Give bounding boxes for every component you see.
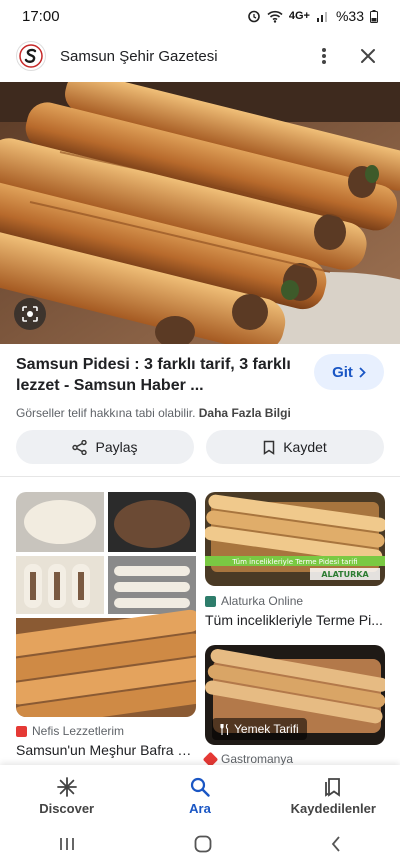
- related-title-2[interactable]: Tüm incelikleriyle Terme Pi...: [205, 612, 385, 628]
- network-type: 4G+: [288, 10, 310, 22]
- discover-icon: [56, 776, 77, 797]
- save-button[interactable]: Kaydet: [206, 430, 384, 464]
- visit-button[interactable]: Git: [314, 354, 384, 390]
- site-name[interactable]: Samsun Şehir Gazetesi: [60, 48, 296, 65]
- related-image-1[interactable]: [16, 492, 196, 717]
- alarm-icon: [248, 10, 260, 23]
- related-source-2[interactable]: Alaturka Online: [205, 594, 303, 608]
- lens-icon: [22, 306, 38, 322]
- related-source-2-name: Alaturka Online: [221, 594, 304, 608]
- share-icon: [72, 439, 88, 455]
- hero-image[interactable]: [0, 82, 400, 344]
- related-image-2[interactable]: Tüm incelikleriyle Terme Pidesi tarifi A…: [205, 492, 385, 586]
- close-icon: [361, 49, 375, 63]
- copyright-notice: Görseller telif hakkına tabi olabilir. D…: [16, 406, 384, 420]
- more-options-button[interactable]: [308, 40, 340, 72]
- battery-icon: [370, 9, 378, 23]
- recent-apps-icon: [60, 838, 75, 850]
- related-source-1-name: Nefis Lezzetlerim: [32, 724, 125, 738]
- signal-icon: [316, 12, 327, 22]
- site-logo: [16, 41, 46, 71]
- copyright-text: Görseller telif hakkına tabi olabilir.: [16, 406, 196, 420]
- share-label: Paylaş: [95, 439, 138, 455]
- visit-label: Git: [332, 363, 353, 381]
- related-2-caption: Tüm incelikleriyle Terme Pidesi tarifi: [231, 558, 357, 566]
- bookmark-icon: [263, 440, 275, 455]
- nav-discover-label: Discover: [39, 800, 95, 816]
- related-2-watermark: ALATURKA: [321, 570, 369, 579]
- more-info-link[interactable]: Daha Fazla Bilgi: [199, 406, 291, 420]
- save-label: Kaydet: [283, 439, 327, 455]
- recipe-tag: Yemek Tarifi: [212, 718, 307, 740]
- status-time: 17:00: [22, 7, 60, 25]
- related-source-3-name: Gastromanya: [221, 752, 294, 766]
- result-title[interactable]: Samsun Pidesi : 3 farklı tarif, 3 farklı…: [16, 354, 301, 396]
- system-nav-bar: [0, 827, 400, 866]
- nav-search[interactable]: Ara: [145, 777, 255, 816]
- bottom-nav: Discover Ara Kaydedilenler: [0, 765, 400, 827]
- nav-saved-label: Kaydedilenler: [290, 800, 376, 816]
- wifi-icon: [267, 10, 283, 23]
- alaturka-logo-icon: [205, 595, 216, 607]
- share-button[interactable]: Paylaş: [16, 430, 194, 464]
- battery-level: %33: [335, 8, 364, 24]
- home-icon: [194, 835, 212, 853]
- source-header: Samsun Şehir Gazetesi: [0, 36, 400, 76]
- saved-collections-icon: [325, 777, 341, 797]
- fork-knife-icon: [220, 723, 229, 735]
- home-button[interactable]: [194, 835, 212, 858]
- chevron-right-icon: [359, 366, 366, 378]
- back-icon: [331, 836, 340, 852]
- related-source-1[interactable]: Nefis Lezzetlerim: [16, 724, 124, 738]
- back-button[interactable]: [331, 836, 341, 857]
- recipe-tag-label: Yemek Tarifi: [234, 722, 299, 736]
- more-vert-icon: [322, 48, 326, 64]
- nav-saved[interactable]: Kaydedilenler: [278, 777, 388, 816]
- related-source-3[interactable]: Gastromanya: [202, 751, 294, 767]
- close-button[interactable]: [352, 40, 384, 72]
- related-title-1[interactable]: Samsun'un Meşhur Bafra P...: [16, 742, 196, 758]
- nav-search-label: Ara: [189, 800, 211, 816]
- status-bar: 17:00 4G+ %33: [0, 0, 400, 32]
- lens-button[interactable]: [14, 298, 46, 330]
- divider: [0, 476, 400, 477]
- search-icon: [190, 777, 210, 797]
- recent-apps-button[interactable]: [59, 837, 75, 856]
- nefis-lezzetlerim-logo-icon: [16, 725, 27, 737]
- nav-discover[interactable]: Discover: [12, 776, 122, 816]
- status-icons: 4G+ %33: [247, 8, 378, 24]
